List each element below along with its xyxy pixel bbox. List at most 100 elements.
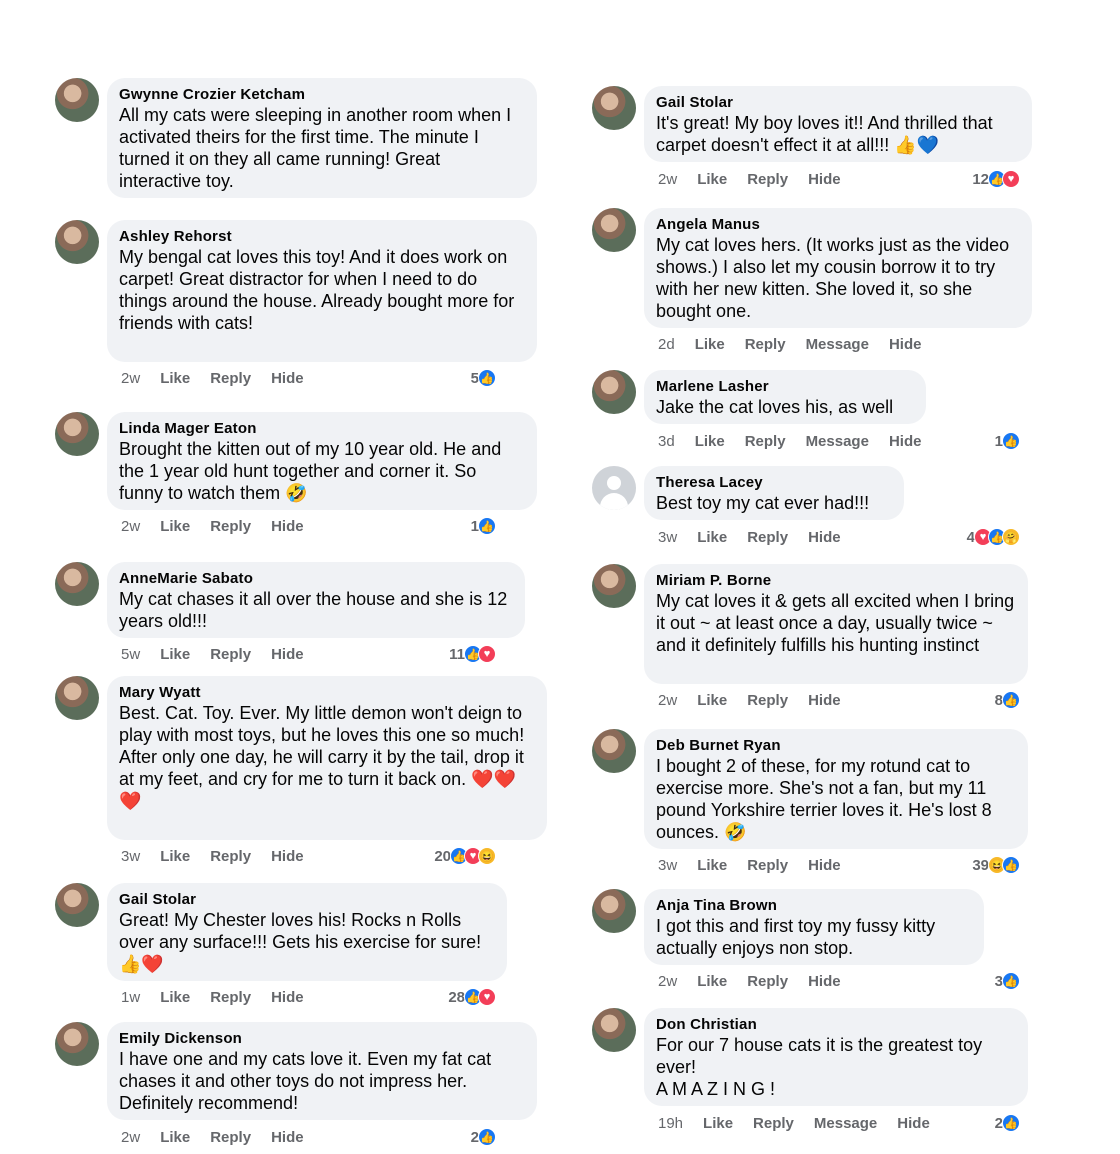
- comment-author[interactable]: Linda Mager Eaton: [119, 420, 525, 438]
- hide-button[interactable]: Hide: [808, 171, 841, 188]
- comment-timestamp[interactable]: 1w: [121, 989, 140, 1006]
- reply-button[interactable]: Reply: [747, 529, 788, 546]
- hide-button[interactable]: Hide: [808, 857, 841, 874]
- hide-button[interactable]: Hide: [808, 973, 841, 990]
- reply-button[interactable]: Reply: [747, 171, 788, 188]
- avatar[interactable]: [592, 370, 636, 414]
- comment-author[interactable]: Gail Stolar: [656, 94, 1020, 112]
- reply-button[interactable]: Reply: [747, 857, 788, 874]
- hide-button[interactable]: Hide: [808, 529, 841, 546]
- reaction-summary[interactable]: 28 👍 ♥: [448, 987, 496, 1007]
- like-button[interactable]: Like: [160, 1129, 190, 1146]
- reply-button[interactable]: Reply: [753, 1115, 794, 1132]
- avatar[interactable]: [55, 220, 99, 264]
- hide-button[interactable]: Hide: [889, 336, 922, 353]
- comment-author[interactable]: Gail Stolar: [119, 891, 495, 909]
- comment-author[interactable]: AnneMarie Sabato: [119, 570, 513, 588]
- hide-button[interactable]: Hide: [271, 1129, 304, 1146]
- comment-author[interactable]: Theresa Lacey: [656, 474, 892, 492]
- like-button[interactable]: Like: [697, 171, 727, 188]
- reaction-summary[interactable]: 2 👍: [995, 1113, 1020, 1133]
- avatar[interactable]: [592, 889, 636, 933]
- comment-author[interactable]: Ashley Rehorst: [119, 228, 525, 246]
- avatar[interactable]: [55, 1022, 99, 1066]
- reaction-summary[interactable]: 12 👍 ♥: [972, 169, 1020, 189]
- like-button[interactable]: Like: [160, 989, 190, 1006]
- like-button[interactable]: Like: [695, 433, 725, 450]
- comment-author[interactable]: Miriam P. Borne: [656, 572, 1016, 590]
- like-button[interactable]: Like: [695, 336, 725, 353]
- hide-button[interactable]: Hide: [271, 370, 304, 387]
- message-button[interactable]: Message: [814, 1115, 877, 1132]
- reaction-summary[interactable]: 11 👍 ♥: [449, 644, 496, 664]
- hide-button[interactable]: Hide: [889, 433, 922, 450]
- comment-timestamp[interactable]: 5w: [121, 646, 140, 663]
- comment-author[interactable]: Gwynne Crozier Ketcham: [119, 86, 525, 104]
- comment-author[interactable]: Emily Dickenson: [119, 1030, 525, 1048]
- comment-timestamp[interactable]: 19h: [658, 1115, 683, 1132]
- like-button[interactable]: Like: [160, 370, 190, 387]
- avatar[interactable]: [592, 729, 636, 773]
- hide-button[interactable]: Hide: [808, 692, 841, 709]
- hide-button[interactable]: Hide: [271, 848, 304, 865]
- reply-button[interactable]: Reply: [210, 1129, 251, 1146]
- comment-timestamp[interactable]: 2d: [658, 336, 675, 353]
- reply-button[interactable]: Reply: [745, 433, 786, 450]
- comment-timestamp[interactable]: 2w: [121, 1129, 140, 1146]
- message-button[interactable]: Message: [806, 336, 869, 353]
- avatar[interactable]: [592, 1008, 636, 1052]
- reply-button[interactable]: Reply: [210, 370, 251, 387]
- like-button[interactable]: Like: [697, 692, 727, 709]
- reaction-summary[interactable]: 1 👍: [471, 516, 496, 536]
- comment-timestamp[interactable]: 2w: [658, 973, 677, 990]
- like-button[interactable]: Like: [160, 518, 190, 535]
- reaction-summary[interactable]: 20 👍 ♥ 😆: [434, 846, 496, 866]
- hide-button[interactable]: Hide: [897, 1115, 930, 1132]
- reaction-summary[interactable]: 1 👍: [995, 431, 1020, 451]
- comment-author[interactable]: Deb Burnet Ryan: [656, 737, 1016, 755]
- reply-button[interactable]: Reply: [747, 692, 788, 709]
- hide-button[interactable]: Hide: [271, 518, 304, 535]
- comment-timestamp[interactable]: 2w: [658, 171, 677, 188]
- comment-timestamp[interactable]: 3w: [658, 857, 677, 874]
- hide-button[interactable]: Hide: [271, 646, 304, 663]
- reply-button[interactable]: Reply: [210, 518, 251, 535]
- reply-button[interactable]: Reply: [210, 989, 251, 1006]
- avatar[interactable]: [592, 564, 636, 608]
- avatar[interactable]: [55, 412, 99, 456]
- like-button[interactable]: Like: [160, 646, 190, 663]
- reaction-summary[interactable]: 4 ♥ 👍 🤗: [967, 527, 1020, 547]
- reply-button[interactable]: Reply: [210, 848, 251, 865]
- like-button[interactable]: Like: [697, 857, 727, 874]
- default-avatar-icon[interactable]: [592, 466, 636, 510]
- reaction-summary[interactable]: 39 😆 👍: [972, 855, 1020, 875]
- message-button[interactable]: Message: [806, 433, 869, 450]
- comment-timestamp[interactable]: 2w: [121, 518, 140, 535]
- avatar[interactable]: [592, 208, 636, 252]
- avatar[interactable]: [55, 676, 99, 720]
- comment-timestamp[interactable]: 2w: [121, 370, 140, 387]
- hide-button[interactable]: Hide: [271, 989, 304, 1006]
- comment-timestamp[interactable]: 2w: [658, 692, 677, 709]
- comment-author[interactable]: Mary Wyatt: [119, 684, 535, 702]
- comment-author[interactable]: Don Christian: [656, 1016, 1016, 1034]
- reaction-summary[interactable]: 8 👍: [995, 690, 1020, 710]
- comment-timestamp[interactable]: 3w: [121, 848, 140, 865]
- avatar[interactable]: [55, 562, 99, 606]
- reply-button[interactable]: Reply: [747, 973, 788, 990]
- comment-author[interactable]: Marlene Lasher: [656, 378, 914, 396]
- like-button[interactable]: Like: [703, 1115, 733, 1132]
- comment-author[interactable]: Anja Tina Brown: [656, 897, 972, 915]
- reaction-summary[interactable]: 3 👍: [995, 971, 1020, 991]
- avatar[interactable]: [55, 78, 99, 122]
- avatar[interactable]: [55, 883, 99, 927]
- reply-button[interactable]: Reply: [745, 336, 786, 353]
- like-button[interactable]: Like: [160, 848, 190, 865]
- avatar[interactable]: [592, 86, 636, 130]
- comment-timestamp[interactable]: 3d: [658, 433, 675, 450]
- reaction-summary[interactable]: 5 👍: [471, 368, 496, 388]
- comment-timestamp[interactable]: 3w: [658, 529, 677, 546]
- like-button[interactable]: Like: [697, 973, 727, 990]
- reply-button[interactable]: Reply: [210, 646, 251, 663]
- like-button[interactable]: Like: [697, 529, 727, 546]
